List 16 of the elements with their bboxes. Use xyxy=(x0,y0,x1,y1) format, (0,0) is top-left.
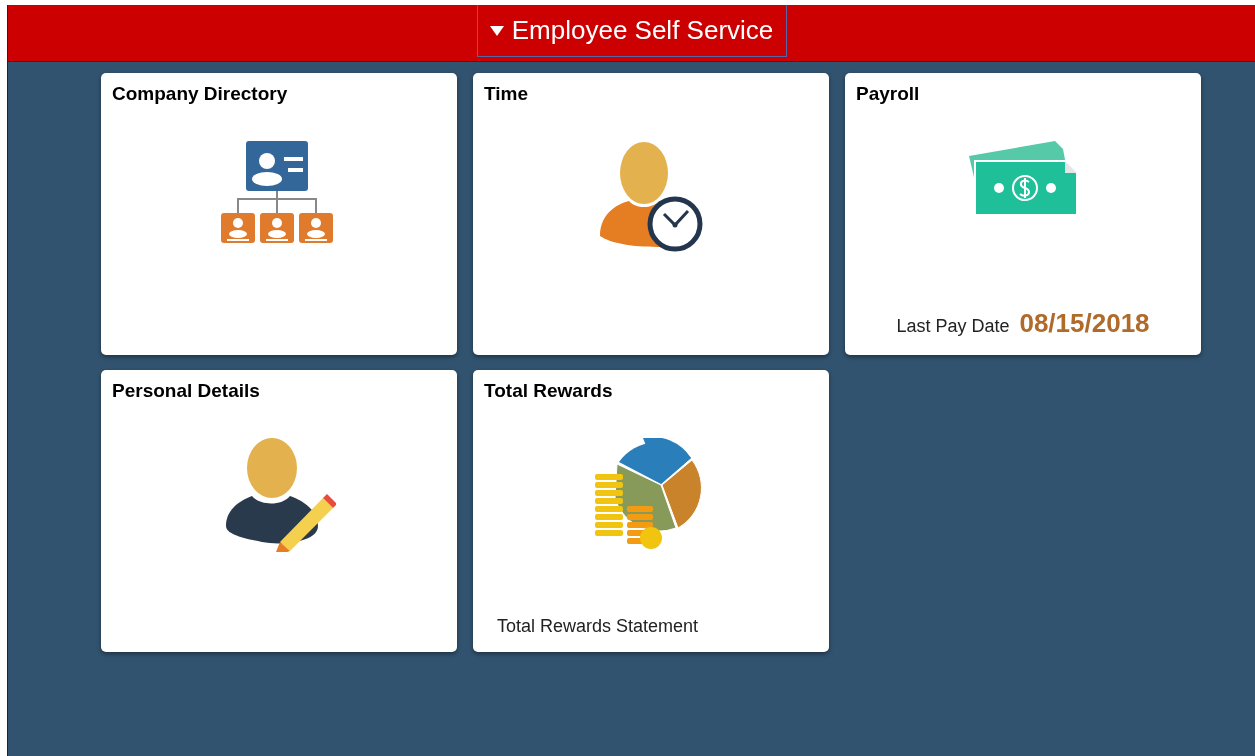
tile-title: Total Rewards xyxy=(484,380,613,402)
tile[interactable]: Total Rewards Total Rewards Statement xyxy=(473,370,829,652)
caret-icon xyxy=(489,25,504,36)
tile-title: Payroll xyxy=(856,83,920,105)
banknote-icon xyxy=(967,141,1079,217)
tile[interactable]: Company Directory xyxy=(101,73,457,355)
last-pay-date-label: Last Pay Date xyxy=(896,315,1010,338)
tile-title: Personal Details xyxy=(112,380,260,402)
tile-footer-text: Total Rewards Statement xyxy=(496,615,699,638)
tile[interactable]: Payroll Last Pay Date 08/15/2018 xyxy=(845,73,1201,355)
tile-title: Company Directory xyxy=(112,83,288,105)
tile[interactable]: Personal Details xyxy=(101,370,457,652)
header-dropdown[interactable]: Employee Self Service xyxy=(476,5,787,57)
tile[interactable]: Time xyxy=(473,73,829,355)
tile-title: Time xyxy=(484,83,528,105)
last-pay-date-value: 08/15/2018 xyxy=(1019,307,1150,340)
